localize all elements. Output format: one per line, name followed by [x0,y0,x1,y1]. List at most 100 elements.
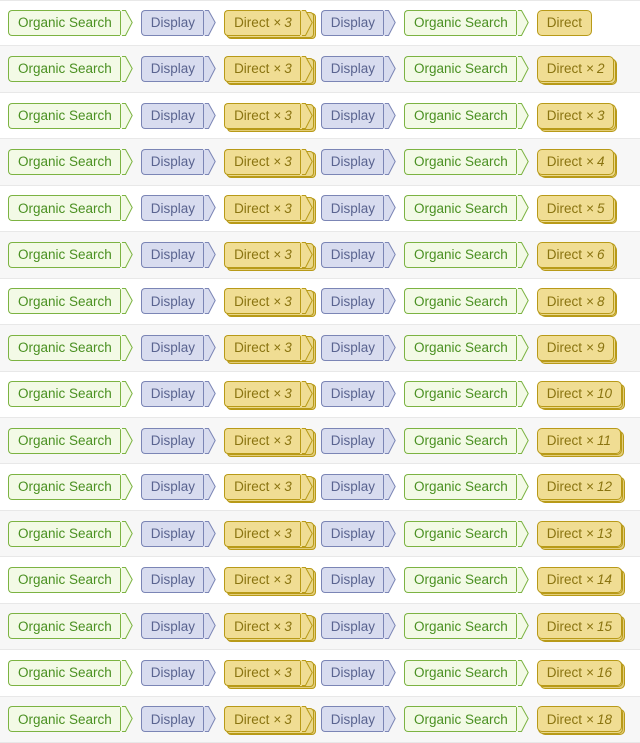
path-step-chip-display[interactable]: Display [320,613,396,640]
path-step-chip-organic[interactable]: Organic Search [8,659,133,686]
path-step-chip-organic[interactable]: Organic Search [8,56,133,83]
table-row[interactable]: Organic Search Display Direct × 3 Display Orga… [0,0,640,47]
table-row[interactable]: Organic Search Display Direct × 3 Display Orga… [0,232,640,279]
path-step-chip-direct[interactable]: Direct × 15 [536,613,625,643]
path-step-chip-organic[interactable]: Organic Search [404,56,529,83]
path-step-chip-direct[interactable]: Direct × 3 [224,706,316,736]
path-step-chip-organic[interactable]: Organic Search [404,334,529,361]
path-step-chip-display[interactable]: Display [320,10,396,37]
path-step-chip-direct[interactable]: Direct × 3 [224,195,316,225]
table-row[interactable]: Organic Search Display Direct × 3 Display Orga… [0,557,640,604]
path-step-chip-display[interactable]: Display [140,288,216,315]
path-step-chip-direct[interactable]: Direct × 3 [224,427,316,457]
path-step-chip-organic[interactable]: Organic Search [404,195,529,222]
table-row[interactable]: Organic Search Display Direct × 3 Display Orga… [0,139,640,186]
path-step-chip-display[interactable]: Display [140,195,216,222]
path-step-chip-organic[interactable]: Organic Search [404,381,529,408]
path-step-chip-display[interactable]: Display [320,659,396,686]
path-step-chip-direct[interactable]: Direct × 10 [536,381,625,411]
path-step-chip-display[interactable]: Display [140,474,216,501]
path-step-chip-organic[interactable]: Organic Search [404,149,529,176]
path-step-chip-direct[interactable]: Direct × 3 [224,474,316,504]
table-row[interactable]: Organic Search Display Direct × 3 Display Orga… [0,92,640,140]
table-row[interactable]: Organic Search Display Direct × 3 Display Orga… [0,46,640,93]
table-row[interactable]: Organic Search Display Direct × 3 Display Orga… [0,371,640,418]
path-step-chip-organic[interactable]: Organic Search [404,566,529,593]
path-step-chip-display[interactable]: Display [320,427,396,454]
path-step-chip-display[interactable]: Display [320,288,396,315]
table-row[interactable]: Organic Search Display Direct × 3 Display Orga… [0,278,640,326]
path-step-chip-direct[interactable]: Direct × 13 [536,520,625,550]
path-step-chip-display[interactable]: Display [140,381,216,408]
path-step-chip-direct[interactable]: Direct × 3 [224,288,316,318]
path-step-chip-organic[interactable]: Organic Search [8,520,133,547]
path-step-chip-display[interactable]: Display [320,706,396,733]
path-step-chip-organic[interactable]: Organic Search [8,381,133,408]
path-step-chip-organic[interactable]: Organic Search [8,241,133,268]
path-step-chip-display[interactable]: Display [140,566,216,593]
path-step-chip-organic[interactable]: Organic Search [8,288,133,315]
path-step-chip-organic[interactable]: Organic Search [8,427,133,454]
path-step-chip-display[interactable]: Display [320,566,396,593]
path-step-chip-direct[interactable]: Direct × 6 [536,241,618,271]
path-step-chip-direct[interactable]: Direct × 3 [224,241,316,271]
path-step-chip-organic[interactable]: Organic Search [404,520,529,547]
path-step-chip-direct[interactable]: Direct × 3 [224,613,316,643]
path-step-chip-direct[interactable]: Direct × 3 [536,102,618,132]
table-row[interactable]: Organic Search Display Direct × 3 Display Orga… [0,325,640,372]
path-step-chip-display[interactable]: Display [140,659,216,686]
path-step-chip-display[interactable]: Display [140,241,216,268]
path-step-chip-organic[interactable]: Organic Search [404,613,529,640]
path-step-chip-direct[interactable]: Direct × 3 [224,334,316,364]
path-step-chip-display[interactable]: Display [140,56,216,83]
path-step-chip-display[interactable]: Display [140,706,216,733]
path-step-chip-direct[interactable]: Direct [536,10,593,37]
path-step-chip-organic[interactable]: Organic Search [8,102,133,129]
path-step-chip-organic[interactable]: Organic Search [8,334,133,361]
path-step-chip-direct[interactable]: Direct × 3 [224,381,316,411]
table-row[interactable]: Organic Search Display Direct × 3 Display Orga… [0,650,640,697]
table-row[interactable]: Organic Search Display Direct × 3 Display Orga… [0,696,640,743]
path-step-chip-direct[interactable]: Direct × 4 [536,149,618,179]
path-step-chip-direct[interactable]: Direct × 3 [224,566,316,596]
path-step-chip-organic[interactable]: Organic Search [404,102,529,129]
path-step-chip-organic[interactable]: Organic Search [8,10,133,37]
path-step-chip-display[interactable]: Display [320,381,396,408]
path-step-chip-organic[interactable]: Organic Search [8,149,133,176]
path-step-chip-display[interactable]: Display [140,149,216,176]
path-step-chip-direct[interactable]: Direct × 9 [536,334,618,364]
path-step-chip-display[interactable]: Display [320,474,396,501]
path-step-chip-direct[interactable]: Direct × 3 [224,102,316,132]
table-row[interactable]: Organic Search Display Direct × 3 Display Orga… [0,603,640,651]
path-step-chip-display[interactable]: Display [320,334,396,361]
path-step-chip-direct[interactable]: Direct × 14 [536,566,625,596]
path-step-chip-organic[interactable]: Organic Search [404,659,529,686]
table-row[interactable]: Organic Search Display Direct × 3 Display Orga… [0,185,640,233]
path-step-chip-display[interactable]: Display [140,613,216,640]
path-step-chip-direct[interactable]: Direct × 16 [536,659,625,689]
path-step-chip-direct[interactable]: Direct × 2 [536,56,618,86]
path-step-chip-organic[interactable]: Organic Search [8,706,133,733]
path-step-chip-organic[interactable]: Organic Search [8,613,133,640]
path-step-chip-display[interactable]: Display [140,334,216,361]
path-step-chip-display[interactable]: Display [320,102,396,129]
path-step-chip-display[interactable]: Display [140,520,216,547]
path-step-chip-display[interactable]: Display [320,56,396,83]
path-step-chip-direct[interactable]: Direct × 3 [224,659,316,689]
path-step-chip-direct[interactable]: Direct × 3 [224,520,316,550]
table-row[interactable]: Organic Search Display Direct × 3 Display Orga… [0,510,640,558]
path-step-chip-direct[interactable]: Direct × 3 [224,149,316,179]
path-step-chip-direct[interactable]: Direct × 12 [536,474,625,504]
path-step-chip-organic[interactable]: Organic Search [8,566,133,593]
path-step-chip-organic[interactable]: Organic Search [404,241,529,268]
path-step-chip-direct[interactable]: Direct × 11 [536,427,624,457]
path-step-chip-display[interactable]: Display [140,427,216,454]
path-step-chip-organic[interactable]: Organic Search [404,706,529,733]
path-step-chip-organic[interactable]: Organic Search [404,427,529,454]
path-step-chip-organic[interactable]: Organic Search [404,10,529,37]
path-step-chip-direct[interactable]: Direct × 5 [536,195,618,225]
path-step-chip-display[interactable]: Display [320,241,396,268]
path-step-chip-organic[interactable]: Organic Search [404,288,529,315]
path-step-chip-direct[interactable]: Direct × 3 [224,56,316,86]
path-step-chip-display[interactable]: Display [320,520,396,547]
